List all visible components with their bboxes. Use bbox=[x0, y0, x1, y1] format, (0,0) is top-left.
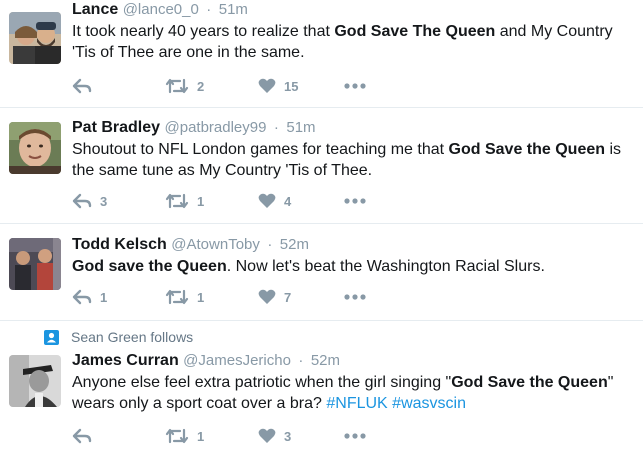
separator: · bbox=[206, 1, 212, 18]
avatar[interactable] bbox=[9, 355, 61, 407]
tweet-text-part: It took nearly 40 years to realize that bbox=[72, 23, 335, 40]
retweet-count: 1 bbox=[197, 193, 205, 209]
tweet-header: Pat Bradley @patbradley99 · 51m bbox=[72, 117, 639, 139]
username[interactable]: @AtownToby bbox=[171, 236, 260, 253]
more-icon bbox=[344, 83, 366, 89]
tweet-text-bold: God Save the Queen bbox=[451, 374, 608, 391]
more-button[interactable] bbox=[344, 286, 366, 308]
person-icon bbox=[44, 329, 59, 345]
follow-context: Sean Green follows bbox=[44, 329, 193, 345]
more-button[interactable] bbox=[344, 190, 366, 212]
heart-icon bbox=[258, 428, 276, 443]
like-count: 4 bbox=[284, 193, 292, 209]
fullname[interactable]: Todd Kelsch bbox=[72, 236, 167, 253]
reply-icon bbox=[72, 428, 92, 444]
tweet[interactable]: Lance @lance0_0 · 51m It took nearly 40 … bbox=[0, 0, 643, 108]
hashtag-link[interactable]: #wasvscin bbox=[392, 395, 466, 412]
tweet-text-part: Anyone else feel extra patriotic when th… bbox=[72, 374, 452, 391]
tweet-header: Todd Kelsch @AtownToby · 52m bbox=[72, 234, 639, 256]
tweet-text-bold: God save the Queen bbox=[72, 258, 227, 275]
separator: · bbox=[267, 236, 273, 253]
like-count: 15 bbox=[284, 78, 299, 94]
reply-icon bbox=[72, 289, 92, 305]
fullname[interactable]: James Curran bbox=[72, 352, 179, 369]
more-icon bbox=[344, 198, 366, 204]
reply-icon bbox=[72, 78, 92, 94]
follow-context-text[interactable]: Sean Green follows bbox=[71, 329, 193, 345]
separator: · bbox=[273, 119, 279, 136]
like-button[interactable]: 15 bbox=[258, 75, 298, 97]
tweet-text-bold: God Save the Queen bbox=[448, 141, 606, 158]
retweet-icon bbox=[165, 193, 189, 209]
avatar[interactable] bbox=[9, 12, 61, 64]
reply-icon bbox=[72, 193, 92, 209]
tweet-text-part: . Now let's beat the Washington Racial S… bbox=[226, 258, 545, 275]
tweet[interactable]: Sean Green follows James Curran @JamesJe… bbox=[0, 321, 643, 461]
more-icon bbox=[344, 294, 366, 300]
retweet-button[interactable]: 2 bbox=[165, 75, 204, 97]
reply-count: 1 bbox=[100, 289, 108, 305]
reply-button[interactable] bbox=[72, 75, 100, 97]
separator: · bbox=[298, 352, 304, 369]
username[interactable]: @JamesJericho bbox=[183, 352, 291, 369]
retweet-icon bbox=[165, 78, 189, 94]
retweet-icon bbox=[165, 428, 189, 444]
retweet-icon bbox=[165, 289, 189, 305]
reply-button[interactable]: 1 bbox=[72, 286, 107, 308]
username[interactable]: @patbradley99 bbox=[165, 119, 267, 136]
tweet[interactable]: Todd Kelsch @AtownToby · 52m God save th… bbox=[0, 224, 643, 321]
retweet-count: 2 bbox=[197, 78, 205, 94]
tweet-text: God save the Queen. Now let's beat the W… bbox=[72, 256, 639, 277]
timestamp[interactable]: 51m bbox=[219, 1, 248, 18]
retweet-button[interactable]: 1 bbox=[165, 425, 204, 447]
timestamp[interactable]: 52m bbox=[280, 236, 309, 253]
reply-count: 3 bbox=[100, 193, 108, 209]
tweet-text: It took nearly 40 years to realize that … bbox=[72, 21, 639, 63]
tweet-header: Lance @lance0_0 · 51m bbox=[72, 0, 639, 21]
like-button[interactable]: 7 bbox=[258, 286, 291, 308]
tweet-text: Anyone else feel extra patriotic when th… bbox=[72, 372, 639, 414]
like-count: 3 bbox=[284, 428, 292, 444]
more-button[interactable] bbox=[344, 425, 366, 447]
retweet-button[interactable]: 1 bbox=[165, 190, 204, 212]
avatar[interactable] bbox=[9, 238, 61, 290]
hashtag-link[interactable]: #NFLUK bbox=[326, 395, 387, 412]
more-icon bbox=[344, 433, 366, 439]
tweet-text-bold: God Save The Queen bbox=[334, 23, 496, 40]
retweet-button[interactable]: 1 bbox=[165, 286, 204, 308]
tweet[interactable]: Pat Bradley @patbradley99 · 51m Shoutout… bbox=[0, 108, 643, 224]
tweet-text: Shoutout to NFL London games for teachin… bbox=[72, 139, 639, 181]
more-button[interactable] bbox=[344, 75, 366, 97]
avatar[interactable] bbox=[9, 122, 61, 174]
username[interactable]: @lance0_0 bbox=[123, 1, 199, 18]
heart-icon bbox=[258, 78, 276, 93]
fullname[interactable]: Pat Bradley bbox=[72, 119, 160, 136]
timeline: Lance @lance0_0 · 51m It took nearly 40 … bbox=[0, 0, 643, 469]
timestamp[interactable]: 52m bbox=[311, 352, 340, 369]
heart-icon bbox=[258, 289, 276, 304]
heart-icon bbox=[258, 193, 276, 208]
reply-button[interactable]: 3 bbox=[72, 190, 107, 212]
tweet-header: James Curran @JamesJericho · 52m bbox=[72, 350, 639, 372]
fullname[interactable]: Lance bbox=[72, 1, 118, 18]
retweet-count: 1 bbox=[197, 289, 205, 305]
timestamp[interactable]: 51m bbox=[286, 119, 315, 136]
like-button[interactable]: 4 bbox=[258, 190, 291, 212]
reply-button[interactable] bbox=[72, 425, 100, 447]
tweet-text-part: Shoutout to NFL London games for teachin… bbox=[72, 141, 449, 158]
like-button[interactable]: 3 bbox=[258, 425, 291, 447]
retweet-count: 1 bbox=[197, 428, 205, 444]
like-count: 7 bbox=[284, 289, 292, 305]
